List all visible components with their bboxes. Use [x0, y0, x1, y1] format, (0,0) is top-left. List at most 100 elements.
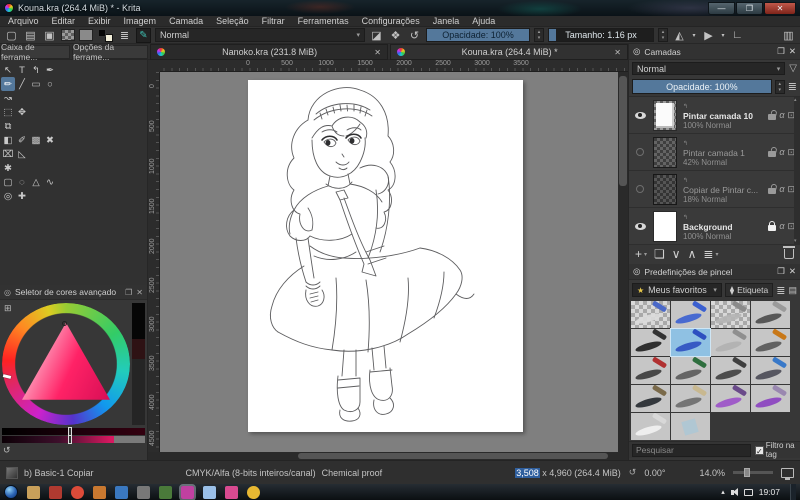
mirror-h-caret-icon[interactable]: ▾ [691, 28, 697, 43]
value-slider-color[interactable] [2, 436, 145, 443]
gradient-tool-icon[interactable]: ◧ [1, 133, 15, 147]
visibility-eye-icon[interactable] [631, 112, 649, 119]
layer-row-pintar-camada-1[interactable]: ↰ Pintar camada 1 42% Normal α ⊡ [629, 134, 800, 171]
current-brush-icon[interactable] [6, 467, 18, 479]
taskbar-app-gray[interactable] [137, 486, 150, 499]
taskbar-app-blue[interactable] [115, 486, 128, 499]
rect-select-tool-icon[interactable]: ▢ [1, 175, 15, 189]
alpha-lock-icon[interactable]: α [779, 221, 784, 231]
close-button[interactable]: ✕ [764, 2, 796, 15]
layer-row-background[interactable]: ↰ Background 100% Normal α ⊡ [629, 208, 800, 245]
edit-shapes-tool-icon[interactable]: ↰ [29, 63, 43, 77]
line-tool-icon[interactable]: ╱ [15, 77, 29, 91]
layer-opacity-spinner[interactable]: ▴▾ [775, 80, 785, 94]
mirror-vertical-icon[interactable]: ▶ [701, 28, 716, 43]
layer-thumbnail[interactable] [653, 137, 677, 168]
fill-tool-icon[interactable]: ✱ [1, 161, 15, 175]
taskbar-minecraft[interactable] [159, 486, 172, 499]
layer-thumbnail[interactable] [653, 174, 677, 205]
mirror-horizontal-icon[interactable]: ◭ [672, 28, 687, 43]
alpha-lock-icon[interactable]: α [779, 184, 784, 194]
rotation-reset-icon[interactable]: ↺ [629, 467, 637, 478]
add-layer-button[interactable]: + [635, 247, 642, 261]
layer-row-pintar-camada-10[interactable]: ↰ Pintar camada 10 100% Normal α ⊡ [629, 97, 800, 134]
taskbar-krita-active[interactable] [181, 486, 194, 499]
float-docker-icon[interactable]: ❐ [777, 266, 785, 277]
move-layer-up-button[interactable]: ∧ [688, 247, 697, 261]
menu-selecao[interactable]: Seleção [216, 16, 249, 26]
size-spinner[interactable]: ▴▾ [658, 28, 668, 42]
color-wheel[interactable] [2, 303, 130, 425]
filter-layers-icon[interactable]: ▽ [789, 63, 797, 74]
canvas-horizontal-scrollbar[interactable] [148, 452, 628, 460]
move-tool-icon[interactable]: ✥ [15, 105, 29, 119]
delete-layer-button[interactable] [784, 249, 794, 259]
canvas-area[interactable] [160, 72, 618, 452]
ellipse-select-tool-icon[interactable]: ◌ [15, 175, 29, 189]
preset-search-input[interactable] [632, 444, 751, 457]
lock-icon[interactable] [768, 225, 776, 231]
preset-eraser-pen[interactable] [671, 301, 710, 328]
canvas-vertical-scrollbar[interactable] [618, 72, 628, 452]
layer-opacity-slider[interactable]: Opacidade: 100% [632, 79, 772, 94]
pattern-edit-tool-icon[interactable]: ▩ [29, 133, 43, 147]
multibrush-tool-icon[interactable]: ✖ [43, 133, 57, 147]
gradient-chooser[interactable] [61, 29, 75, 41]
visibility-eye-icon[interactable] [631, 223, 649, 230]
menu-filtrar[interactable]: Filtrar [262, 16, 285, 26]
zoom-level[interactable]: 14.0% [699, 468, 725, 478]
preset-stamp-flower[interactable] [671, 413, 710, 440]
preset-view-mode-icon[interactable]: ▤ [788, 285, 797, 296]
workspace-chooser-icon[interactable]: ▥ [781, 28, 796, 43]
canvas-rotation[interactable]: 0.00° [644, 468, 665, 478]
preset-eraser-white[interactable] [631, 301, 670, 328]
preset-wet-bristle[interactable] [631, 385, 670, 412]
taskbar-clock[interactable]: 19:07 [759, 487, 780, 497]
preset-ink-pen[interactable] [631, 329, 670, 356]
polygon-select-tool-icon[interactable]: △ [29, 175, 43, 189]
canvas-page[interactable] [248, 80, 523, 432]
zoom-tool-icon[interactable]: ◎ [1, 189, 15, 203]
minimize-button[interactable]: — [708, 2, 735, 15]
taskbar-chrome[interactable] [71, 486, 84, 499]
measure-tool-icon[interactable]: ◺ [15, 147, 29, 161]
alpha-lock-icon[interactable]: α [779, 147, 784, 157]
preset-wet-purple[interactable] [711, 385, 750, 412]
layer-list-scrollbar[interactable] [794, 97, 800, 244]
dynamic-brush-tool-icon[interactable]: ↝ [1, 91, 15, 105]
fullscreen-icon[interactable] [781, 468, 794, 478]
text-tool-icon[interactable]: T [15, 63, 29, 77]
tab-toolbox[interactable]: Caixa de ferrame... [0, 45, 70, 59]
layer-list-menu-icon[interactable]: ≣ [788, 80, 797, 93]
ellipse-tool-icon[interactable]: ○ [43, 77, 57, 91]
tab-tool-options[interactable]: Opções da ferrame... [72, 45, 148, 59]
value-slider-dark[interactable] [2, 428, 145, 435]
calligraphy-tool-icon[interactable]: ✒ [43, 63, 57, 77]
refresh-colors-icon[interactable]: ↺ [3, 445, 11, 456]
layer-thumbnail[interactable] [653, 100, 677, 131]
preset-liner-purple[interactable] [751, 385, 790, 412]
triangle-cursor[interactable] [62, 321, 67, 326]
preset-marker-blue[interactable] [751, 357, 790, 384]
preset-airbrush-dark[interactable] [751, 301, 790, 328]
docker-lock-icon[interactable]: ◎ [633, 266, 640, 277]
close-docker-icon[interactable]: ✕ [789, 266, 796, 277]
pattern-chooser[interactable] [79, 29, 93, 41]
doc-tab-nanoko[interactable]: Nanoko.kra (231.8 MiB) ✕ [150, 44, 388, 60]
wrap-around-icon[interactable]: ∟ [730, 28, 745, 43]
new-document-icon[interactable]: ▢ [4, 28, 19, 43]
preset-dry-bristle[interactable] [671, 385, 710, 412]
menu-ajuda[interactable]: Ajuda [472, 16, 495, 26]
taskbar-app-lightblue[interactable] [203, 486, 216, 499]
unlock-icon[interactable] [768, 114, 776, 120]
start-button[interactable] [4, 485, 18, 499]
menu-imagem[interactable]: Imagem [124, 16, 157, 26]
docker-lock-icon[interactable]: ◎ [633, 46, 640, 57]
preset-soft-pencil[interactable] [711, 329, 750, 356]
color-sampler-tool-icon[interactable]: ✐ [15, 133, 29, 147]
add-layer-caret-icon[interactable]: ▾ [644, 251, 647, 258]
close-tab-icon[interactable]: ✕ [374, 48, 381, 57]
taskbar-chrome-2[interactable] [247, 486, 260, 499]
mirror-v-caret-icon[interactable]: ▾ [720, 28, 726, 43]
blend-mode-dropdown[interactable]: Normal ▾ [155, 28, 365, 42]
